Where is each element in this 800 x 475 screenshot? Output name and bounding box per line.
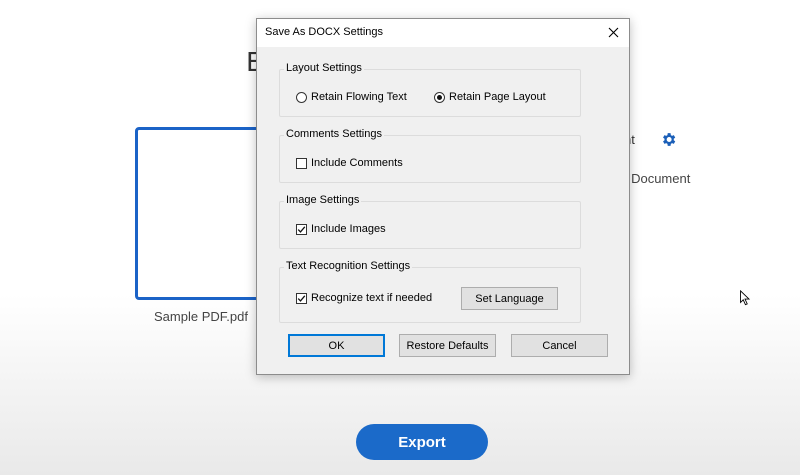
recognize-text-option[interactable]: Recognize text if needed	[296, 292, 432, 304]
checkmark-icon	[297, 225, 306, 233]
gear-icon[interactable]	[660, 131, 677, 148]
image-settings-group: Image Settings Include Images	[279, 194, 581, 249]
file-name-label: Sample PDF.pdf	[154, 309, 248, 324]
export-button[interactable]: Export	[356, 424, 488, 460]
recognize-text-checkbox[interactable]	[296, 292, 307, 304]
layout-settings-group: Layout Settings Retain Flowing Text Reta…	[279, 62, 581, 117]
text-recognition-settings-group: Text Recognition Settings Recognize text…	[279, 260, 581, 323]
retain-page-layout-radio[interactable]	[434, 91, 445, 103]
include-comments-checkbox[interactable]	[296, 157, 307, 169]
text-recognition-settings-title: Text Recognition Settings	[284, 260, 413, 272]
retain-flowing-text-radio[interactable]	[296, 91, 307, 103]
mouse-cursor-icon	[740, 290, 751, 306]
checkmark-icon	[297, 294, 306, 302]
recognize-text-label: Recognize text if needed	[311, 292, 433, 304]
include-images-label: Include Images	[311, 223, 386, 235]
include-images-checkbox[interactable]	[296, 223, 307, 235]
set-language-button[interactable]: Set Language	[461, 287, 558, 310]
ok-button[interactable]: OK	[288, 334, 385, 357]
include-images-option[interactable]: Include Images	[296, 223, 386, 235]
retain-flowing-text-label: Retain Flowing Text	[311, 91, 407, 103]
include-comments-option[interactable]: Include Comments	[296, 157, 403, 169]
dialog-title: Save As DOCX Settings	[265, 26, 383, 38]
retain-page-layout-option[interactable]: Retain Page Layout	[434, 91, 546, 103]
save-as-docx-dialog: Save As DOCX Settings Layout Settings Re…	[256, 18, 630, 375]
file-thumbnail[interactable]	[135, 127, 271, 300]
retain-page-layout-label: Retain Page Layout	[449, 91, 546, 103]
layout-settings-title: Layout Settings	[284, 62, 364, 74]
close-icon[interactable]	[605, 24, 621, 40]
comments-settings-group: Comments Settings Include Comments	[279, 128, 581, 183]
cancel-button[interactable]: Cancel	[511, 334, 608, 357]
comments-settings-title: Comments Settings	[284, 128, 384, 140]
dialog-titlebar[interactable]: Save As DOCX Settings	[257, 19, 629, 47]
retain-flowing-text-option[interactable]: Retain Flowing Text	[296, 91, 407, 103]
include-comments-label: Include Comments	[311, 157, 403, 169]
image-settings-title: Image Settings	[284, 194, 362, 206]
restore-defaults-button[interactable]: Restore Defaults	[399, 334, 496, 357]
